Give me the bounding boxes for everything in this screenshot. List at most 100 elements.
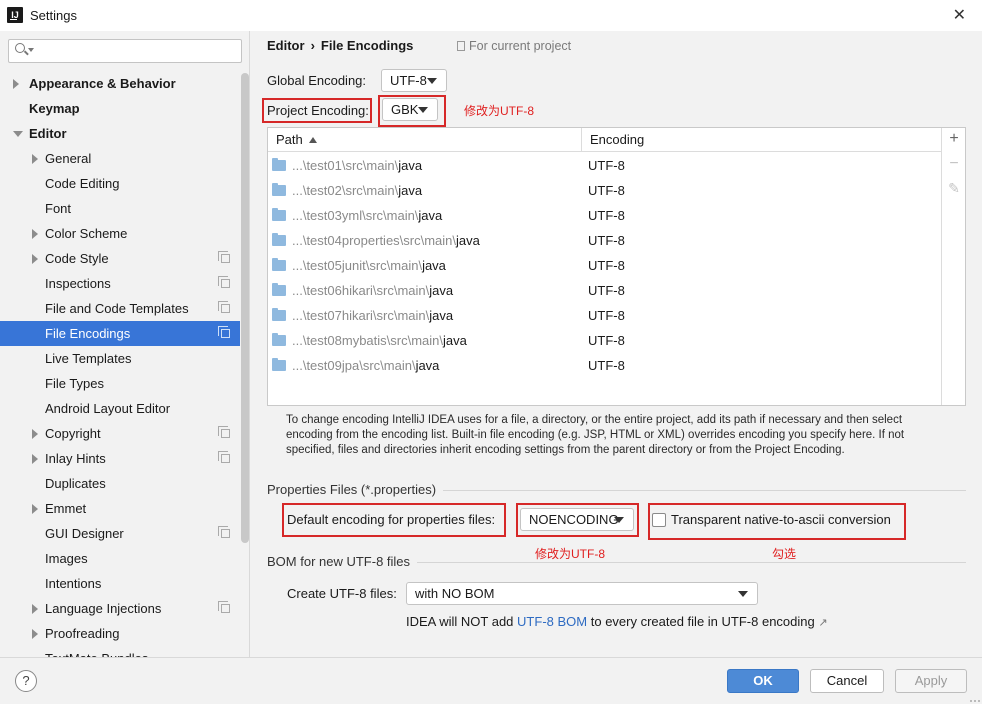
sidebar-item-duplicates[interactable]: Duplicates [0, 471, 240, 496]
chevron-right-icon[interactable] [32, 229, 38, 239]
sidebar-item-inspections[interactable]: Inspections [0, 271, 240, 296]
encoding-cell[interactable]: UTF-8 [588, 178, 625, 203]
transparent-conversion-checkbox[interactable] [652, 513, 666, 527]
chevron-right-icon[interactable] [13, 79, 19, 89]
sidebar-item-file-encodings[interactable]: File Encodings [0, 321, 240, 346]
chevron-down-icon [418, 107, 428, 113]
sidebar-item-textmate-bundles[interactable]: TextMate Bundles [0, 646, 240, 657]
path-cell: ...\test06hikari\src\main\java [292, 278, 453, 303]
create-utf8-files-value: with NO BOM [415, 586, 495, 601]
chevron-right-icon[interactable] [32, 604, 38, 614]
encoding-cell[interactable]: UTF-8 [588, 253, 625, 278]
breadcrumb-separator: › [310, 38, 315, 53]
global-encoding-select[interactable]: UTF-8 [381, 69, 447, 92]
sidebar-item-label: TextMate Bundles [45, 646, 148, 657]
sidebar-item-copyright[interactable]: Copyright [0, 421, 240, 446]
folder-icon [272, 183, 286, 196]
search-options-chevron-icon[interactable] [28, 48, 34, 52]
sidebar-item-gui-designer[interactable]: GUI Designer [0, 521, 240, 546]
table-row[interactable]: ...\test07hikari\src\main\java UTF-8 [268, 303, 941, 328]
sidebar-item-file-types[interactable]: File Types [0, 371, 240, 396]
ok-button[interactable]: OK [727, 669, 799, 693]
path-prefix: ...\test06hikari\src\main\ [292, 283, 430, 298]
encoding-cell[interactable]: UTF-8 [588, 303, 625, 328]
encoding-cell[interactable]: UTF-8 [588, 203, 625, 228]
folder-icon [272, 308, 286, 321]
chevron-right-icon[interactable] [32, 154, 38, 164]
chevron-right-icon[interactable] [32, 254, 38, 264]
dialog-footer: ? OK Cancel Apply [0, 657, 982, 704]
sidebar-item-android-layout-editor[interactable]: Android Layout Editor [0, 396, 240, 421]
sidebar-item-inlay-hints[interactable]: Inlay Hints [0, 446, 240, 471]
encoding-cell[interactable]: UTF-8 [588, 228, 625, 253]
chevron-right-icon[interactable] [32, 429, 38, 439]
sidebar-item-code-editing[interactable]: Code Editing [0, 171, 240, 196]
table-row[interactable]: ...\test05junit\src\main\java UTF-8 [268, 253, 941, 278]
settings-search-input[interactable] [8, 39, 242, 63]
remove-path-icon[interactable]: − [942, 155, 966, 173]
table-row[interactable]: ...\test04properties\src\main\java UTF-8 [268, 228, 941, 253]
sidebar-item-code-style[interactable]: Code Style [0, 246, 240, 271]
table-row[interactable]: ...\test01\src\main\java UTF-8 [268, 153, 941, 178]
chevron-right-icon[interactable] [32, 454, 38, 464]
default-encoding-properties-label: Default encoding for properties files: [287, 512, 496, 527]
sidebar-scrollbar-thumb[interactable] [241, 73, 249, 543]
sidebar-item-emmet[interactable]: Emmet [0, 496, 240, 521]
sidebar-item-proofreading[interactable]: Proofreading [0, 621, 240, 646]
create-utf8-files-select[interactable]: with NO BOM [406, 582, 758, 605]
sidebar-item-keymap[interactable]: Keymap [0, 96, 240, 121]
sidebar-item-label: Font [45, 201, 72, 216]
sidebar-item-color-scheme[interactable]: Color Scheme [0, 221, 240, 246]
sidebar-item-label: GUI Designer [45, 526, 124, 541]
sidebar-item-font[interactable]: Font [0, 196, 240, 221]
folder-icon [272, 283, 286, 296]
breadcrumb-editor[interactable]: Editor [267, 38, 305, 53]
path-prefix: ...\test04properties\src\main\ [292, 233, 457, 248]
help-button[interactable]: ? [15, 670, 37, 692]
sidebar-item-appearance-behavior[interactable]: Appearance & Behavior [0, 71, 240, 96]
project-encoding-annotation: 修改为UTF-8 [464, 104, 534, 118]
chevron-down-icon[interactable] [13, 131, 23, 137]
add-path-icon[interactable]: + [942, 130, 966, 148]
file-encodings-panel: Editor › File Encodings For current projec… [250, 31, 982, 657]
utf8-bom-link[interactable]: UTF-8 BOM [517, 614, 587, 629]
sidebar-item-images[interactable]: Images [0, 546, 240, 571]
sidebar-item-label: Keymap [29, 101, 80, 116]
folder-icon [272, 208, 286, 221]
sidebar-item-live-templates[interactable]: Live Templates [0, 346, 240, 371]
project-encoding-value: GBK [391, 102, 419, 117]
sidebar-item-label: Live Templates [45, 351, 132, 366]
column-header-encoding[interactable]: Encoding [581, 128, 941, 152]
encoding-cell[interactable]: UTF-8 [588, 153, 625, 178]
table-row[interactable]: ...\test06hikari\src\main\java UTF-8 [268, 278, 941, 303]
edit-path-icon[interactable]: ✎ [942, 180, 966, 197]
close-icon[interactable]: ✕ [953, 5, 966, 25]
table-toolbar: + − ✎ [941, 128, 966, 405]
scope-note: For current project [457, 39, 571, 53]
table-row[interactable]: ...\test08mybatis\src\main\java UTF-8 [268, 328, 941, 353]
table-row[interactable]: ...\test02\src\main\java UTF-8 [268, 178, 941, 203]
path-leaf: java [456, 233, 480, 248]
resize-grip-icon[interactable] [970, 696, 980, 702]
default-encoding-properties-select[interactable]: NOENCODING [520, 508, 634, 531]
project-scope-icon [457, 41, 465, 51]
apply-button[interactable]: Apply [895, 669, 967, 693]
encoding-cell[interactable]: UTF-8 [588, 328, 625, 353]
sidebar-item-language-injections[interactable]: Language Injections [0, 596, 240, 621]
project-encoding-select[interactable]: GBK [382, 98, 438, 121]
sidebar-item-file-and-code-templates[interactable]: File and Code Templates [0, 296, 240, 321]
table-row[interactable]: ...\test09jpa\src\main\java UTF-8 [268, 353, 941, 378]
encoding-cell[interactable]: UTF-8 [588, 353, 625, 378]
table-row[interactable]: ...\test03yml\src\main\java UTF-8 [268, 203, 941, 228]
chevron-right-icon[interactable] [32, 629, 38, 639]
column-header-path[interactable]: Path [268, 128, 581, 152]
sidebar-item-general[interactable]: General [0, 146, 240, 171]
transparent-conversion-label[interactable]: Transparent native-to-ascii conversion [671, 511, 891, 528]
sidebar-item-intentions[interactable]: Intentions [0, 571, 240, 596]
cancel-button[interactable]: Cancel [810, 669, 884, 693]
sidebar-item-label: Color Scheme [45, 226, 128, 241]
sidebar-item-editor[interactable]: Editor [0, 121, 240, 146]
chevron-down-icon [738, 591, 748, 597]
encoding-cell[interactable]: UTF-8 [588, 278, 625, 303]
chevron-right-icon[interactable] [32, 504, 38, 514]
